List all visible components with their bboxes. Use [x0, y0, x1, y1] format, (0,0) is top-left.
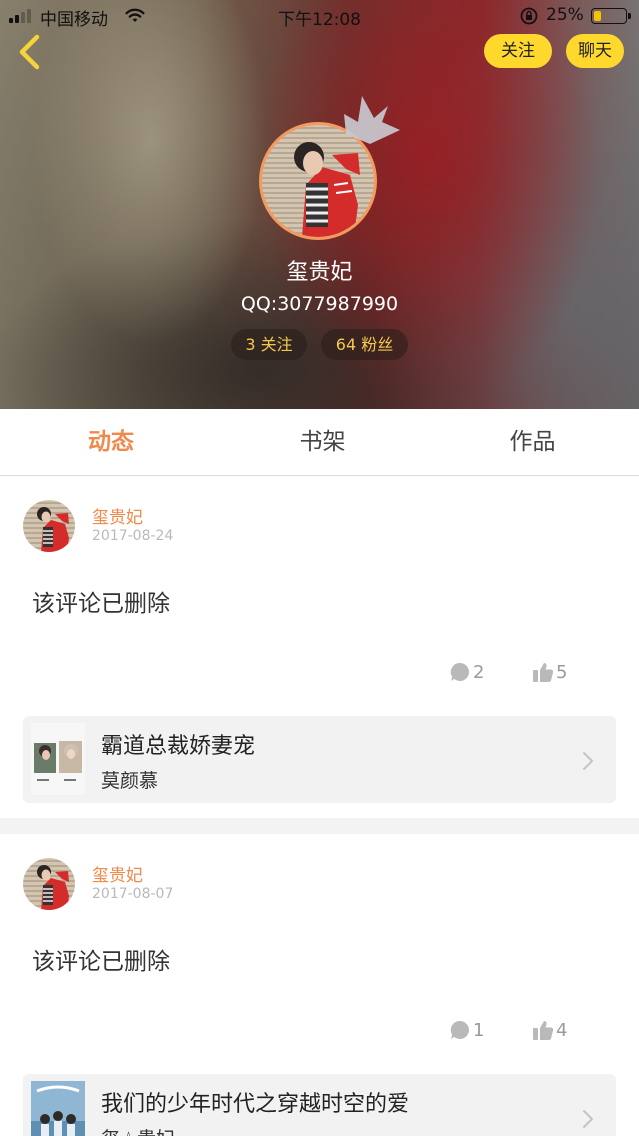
comment-icon [450, 1020, 469, 1039]
feed-post: 玺贵妃 2017-08-07 该评论已删除 1 4 我们的少年时代之穿越时空的爱 [0, 834, 639, 1136]
post-body: 该评论已删除 [32, 949, 170, 975]
comment-button[interactable]: 2 [449, 660, 484, 684]
follow-button[interactable]: 关注 [484, 34, 552, 68]
tab-activity[interactable]: 动态 [6, 409, 216, 475]
post-separator [0, 818, 639, 834]
like-count: 5 [556, 661, 568, 683]
post-date: 2017-08-07 [92, 886, 174, 902]
battery-icon [591, 8, 631, 24]
book-cover [31, 723, 85, 795]
post-date: 2017-08-24 [92, 528, 174, 544]
book-card[interactable]: 我们的少年时代之穿越时空的爱 玺☆贵妃 [23, 1074, 616, 1136]
following-count[interactable]: 3 关注 [231, 329, 307, 360]
book-title: 我们的少年时代之穿越时空的爱 [101, 1092, 410, 1117]
tab-bookshelf[interactable]: 书架 [216, 409, 429, 475]
battery-percent: 25% [546, 5, 584, 25]
chevron-left-icon [19, 34, 40, 70]
tab-works[interactable]: 作品 [426, 409, 639, 475]
comment-count: 2 [473, 661, 485, 683]
comment-icon [450, 662, 469, 681]
book-card[interactable]: 霸道总裁娇妻宠 莫颜慕 [23, 716, 616, 803]
like-button[interactable]: 4 [532, 1018, 567, 1042]
book-author: 莫颜慕 [101, 770, 159, 792]
post-body: 该评论已删除 [32, 591, 170, 617]
post-author[interactable]: 玺贵妃 [92, 503, 143, 528]
post-avatar[interactable] [23, 858, 75, 910]
fans-count[interactable]: 64 粉丝 [321, 329, 408, 360]
profile-qq-id: QQ:3077987990 [240, 293, 399, 315]
book-cover [31, 1081, 85, 1136]
thumbs-up-icon [533, 1021, 554, 1040]
chat-button[interactable]: 聊天 [566, 34, 624, 68]
chevron-right-icon [583, 1110, 593, 1128]
post-avatar[interactable] [23, 500, 75, 552]
comment-button[interactable]: 1 [449, 1018, 484, 1042]
profile-tabs: 动态 书架 作品 [0, 409, 639, 476]
profile-page: 中国移动 下午12:08 25% 关注 聊天 玺贵妃 QQ:3077987990… [0, 0, 639, 1136]
book-author: 玺☆贵妃 [101, 1124, 175, 1136]
clock: 下午12:08 [278, 10, 361, 30]
feed-post: 玺贵妃 2017-08-24 该评论已删除 2 5 霸道总裁娇妻宠 莫颜慕 [0, 476, 639, 818]
thumbs-up-icon [533, 663, 554, 682]
chevron-right-icon [583, 752, 593, 770]
status-bar: 中国移动 下午12:08 25% [0, 0, 639, 32]
back-button[interactable] [12, 32, 48, 72]
like-count: 4 [556, 1019, 568, 1041]
like-button[interactable]: 5 [532, 660, 567, 684]
battery-level [594, 11, 601, 21]
profile-name: 玺贵妃 [286, 260, 353, 285]
rotation-lock-icon [519, 6, 539, 31]
post-author[interactable]: 玺贵妃 [92, 861, 143, 886]
comment-count: 1 [473, 1019, 485, 1041]
crown-icon [344, 96, 400, 144]
book-title: 霸道总裁娇妻宠 [101, 734, 256, 759]
